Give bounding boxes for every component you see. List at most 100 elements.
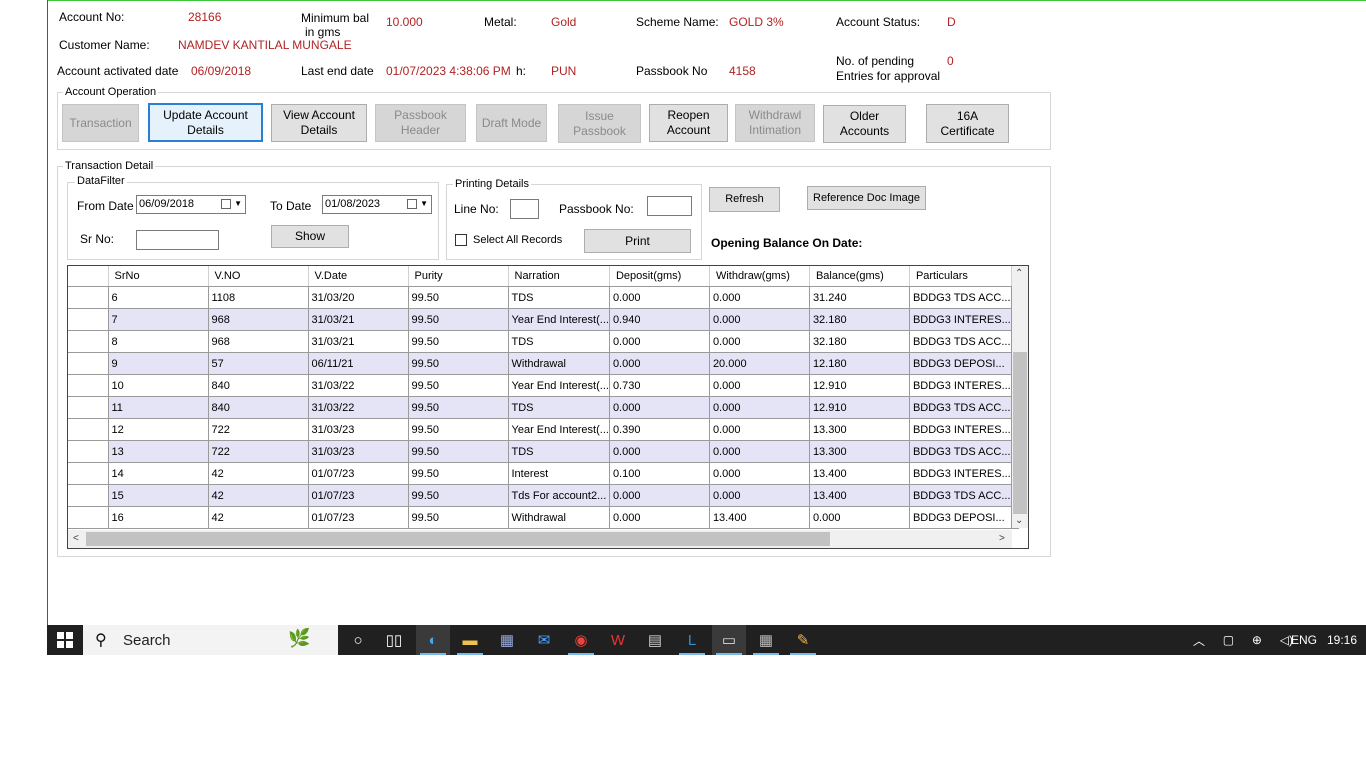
table-cell[interactable]: 0.000 [609, 330, 710, 353]
table-cell[interactable]: 0.000 [709, 286, 810, 309]
refresh-button[interactable]: Refresh [709, 187, 780, 212]
table-cell[interactable]: 01/07/23 [308, 484, 409, 507]
table-cell[interactable]: 0.000 [709, 374, 810, 397]
table-cell[interactable]: 0.000 [609, 352, 710, 375]
table-cell[interactable]: Interest [508, 462, 610, 485]
table-cell[interactable]: 722 [208, 418, 309, 441]
table-cell[interactable]: 31/03/21 [308, 330, 409, 353]
table-cell[interactable]: 42 [208, 462, 309, 485]
column-header[interactable]: SrNo [108, 266, 209, 287]
table-cell[interactable]: 0.730 [609, 374, 710, 397]
column-header[interactable]: Narration [508, 266, 610, 287]
row-header[interactable] [68, 308, 109, 331]
older-accounts-button[interactable]: Older Accounts [823, 105, 906, 143]
transaction-button[interactable]: Transaction [62, 104, 139, 142]
table-cell[interactable]: 57 [208, 352, 309, 375]
table-cell[interactable]: TDS [508, 440, 610, 463]
table-cell[interactable]: BDDG3 TDS ACC... [909, 484, 1012, 507]
table-cell[interactable]: 31.240 [809, 286, 910, 309]
table-cell[interactable]: 15 [108, 484, 209, 507]
table-row[interactable]: 9 57 06/11/21 99.50 Withdrawal 0.000 20.000 12.… [68, 352, 1019, 375]
to-date-picker[interactable]: 01/08/2023 ▼ [322, 195, 432, 214]
table-cell[interactable]: 840 [208, 396, 309, 419]
row-header[interactable] [68, 462, 109, 485]
table-cell[interactable]: 6 [108, 286, 209, 309]
table-cell[interactable]: Year End Interest(... [508, 418, 610, 441]
table-cell[interactable]: 722 [208, 440, 309, 463]
mail-icon[interactable]: ✉ [527, 625, 561, 655]
column-header[interactable]: Withdraw(gms) [709, 266, 810, 287]
scroll-up-icon[interactable]: ⌃ [1015, 268, 1023, 279]
table-cell[interactable]: 13.300 [809, 440, 910, 463]
table-row[interactable]: 16 42 01/07/23 99.50 Withdrawal 0.000 13.400 0.… [68, 506, 1019, 529]
row-header[interactable] [68, 396, 109, 419]
lync-icon[interactable]: L [675, 625, 709, 655]
issue-passbook-button[interactable]: Issue Passbook [558, 104, 641, 143]
row-header[interactable] [68, 374, 109, 397]
table-cell[interactable]: 0.390 [609, 418, 710, 441]
row-header[interactable] [68, 418, 109, 441]
table-cell[interactable]: 0.000 [609, 484, 710, 507]
table-cell[interactable]: BDDG3 DEPOSI... [909, 506, 1012, 529]
table-cell[interactable]: Tds For account2... [508, 484, 610, 507]
table-cell[interactable]: 0.000 [609, 440, 710, 463]
table-cell[interactable]: 99.50 [408, 418, 509, 441]
table-cell[interactable]: 12.910 [809, 374, 910, 397]
column-header[interactable]: Balance(gms) [809, 266, 910, 287]
table-cell[interactable]: 1108 [208, 286, 309, 309]
table-cell[interactable]: BDDG3 TDS ACC... [909, 396, 1012, 419]
table-row[interactable]: 10 840 31/03/22 99.50 Year End Interest(... 0… [68, 374, 1019, 397]
printer-app-icon[interactable]: ▤ [638, 625, 672, 655]
row-header[interactable] [68, 506, 109, 529]
table-cell[interactable]: TDS [508, 330, 610, 353]
table-cell[interactable]: 968 [208, 308, 309, 331]
table-cell[interactable]: 42 [208, 484, 309, 507]
table-cell[interactable]: 7 [108, 308, 209, 331]
table-cell[interactable]: 06/11/21 [308, 352, 409, 375]
calculator-icon[interactable]: ▦ [749, 625, 783, 655]
row-header[interactable] [68, 484, 109, 507]
passbook-no-input[interactable] [647, 196, 692, 216]
table-row[interactable]: 6 1108 31/03/20 99.50 TDS 0.000 0.000 31.240 BDD… [68, 286, 1019, 309]
task-view-icon[interactable]: ▯▯ [377, 625, 411, 655]
row-header[interactable] [68, 330, 109, 353]
table-cell[interactable]: Year End Interest(... [508, 308, 610, 331]
table-cell[interactable]: 840 [208, 374, 309, 397]
table-cell[interactable]: 13.300 [809, 418, 910, 441]
table-cell[interactable]: 0.000 [609, 286, 710, 309]
table-cell[interactable]: 99.50 [408, 440, 509, 463]
row-header[interactable] [68, 286, 109, 309]
from-date-picker[interactable]: 06/09/2018 ▼ [136, 195, 246, 214]
table-cell[interactable]: 0.000 [809, 506, 910, 529]
table-cell[interactable]: TDS [508, 286, 610, 309]
application-window-icon[interactable]: ▭ [712, 625, 746, 655]
column-header[interactable]: Purity [408, 266, 509, 287]
table-row[interactable]: 13 722 31/03/23 99.50 TDS 0.000 0.000 13.300 BDD… [68, 440, 1019, 463]
table-cell[interactable]: 13 [108, 440, 209, 463]
table-cell[interactable]: 13.400 [809, 462, 910, 485]
table-cell[interactable]: 9 [108, 352, 209, 375]
table-row[interactable]: 8 968 31/03/21 99.50 TDS 0.000 0.000 32.180 BDDG… [68, 330, 1019, 353]
store-icon[interactable]: ▦ [490, 625, 524, 655]
table-cell[interactable]: 99.50 [408, 286, 509, 309]
meet-now-icon[interactable]: ▢ [1223, 633, 1234, 647]
table-cell[interactable]: BDDG3 INTERES... [909, 374, 1012, 397]
table-cell[interactable]: 0.000 [709, 308, 810, 331]
sr-no-input[interactable] [136, 230, 219, 250]
table-cell[interactable]: 0.000 [709, 484, 810, 507]
table-cell[interactable]: 11 [108, 396, 209, 419]
table-cell[interactable]: 8 [108, 330, 209, 353]
table-cell[interactable]: 13.400 [809, 484, 910, 507]
row-header[interactable] [68, 440, 109, 463]
chevron-up-icon[interactable]: ︿ [1193, 632, 1205, 649]
table-cell[interactable]: 31/03/23 [308, 440, 409, 463]
16a-certificate-button[interactable]: 16A Certificate [926, 104, 1009, 143]
table-cell[interactable]: 99.50 [408, 352, 509, 375]
clock[interactable]: 19:16 [1327, 625, 1357, 655]
view-account-details-button[interactable]: View Account Details [271, 104, 367, 142]
file-explorer-icon[interactable]: ▬ [453, 625, 487, 655]
table-cell[interactable]: 0.000 [609, 396, 710, 419]
table-row[interactable]: 14 42 01/07/23 99.50 Interest 0.100 0.000 13.40… [68, 462, 1019, 485]
chrome-icon[interactable]: ◉ [564, 625, 598, 655]
table-cell[interactable]: 0.000 [609, 506, 710, 529]
